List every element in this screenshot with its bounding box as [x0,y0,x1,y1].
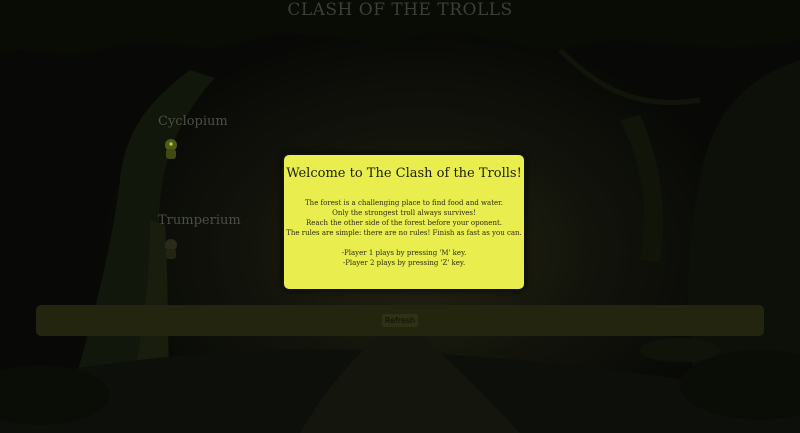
game-title: CLASH OF THE TROLLS [287,0,513,20]
intro-line: Only the strongest troll always survives… [332,209,476,217]
refresh-button[interactable]: Refresh [381,314,419,327]
player-2-troll-icon [165,239,177,259]
player-2-label: Trumperium [158,213,241,228]
intro-line: The rules are simple: there are no rules… [286,229,522,237]
control-line: -Player 2 plays by pressing 'Z' key. [342,259,466,267]
modal-body: The forest is a challenging place to fin… [284,198,524,268]
refresh-bar: Refresh [36,305,764,336]
modal-title: Welcome to The Clash of the Trolls! [286,166,522,181]
welcome-modal: Welcome to The Clash of the Trolls! The … [282,153,526,291]
control-line: -Player 1 plays by pressing 'M' key. [341,249,467,257]
intro-line: Reach the other side of the forest befor… [306,219,502,227]
intro-line: The forest is a challenging place to fin… [305,199,503,207]
player-1-label: Cyclopium [158,114,228,129]
player-1-troll-icon [165,139,177,159]
game-stage: CLASH OF THE TROLLS Cyclopium Trumperium… [0,0,800,433]
